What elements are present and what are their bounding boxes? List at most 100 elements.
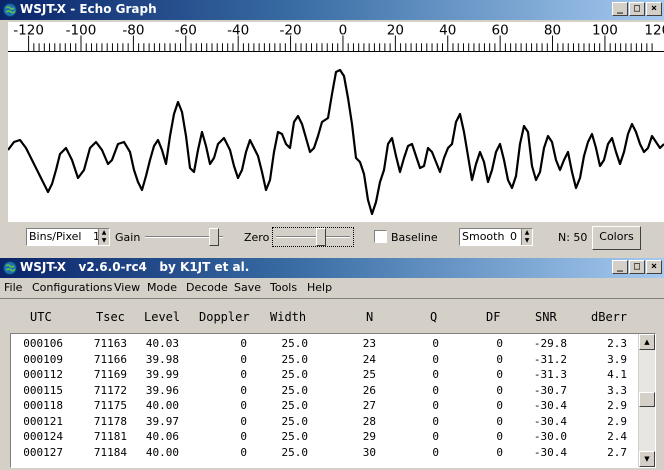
- cell-df: 0: [496, 399, 503, 412]
- table-row[interactable]: 000109 71166 39.98 0 25.0 24 0 0 -31.2 3.9: [11, 352, 631, 367]
- main-window-titlebar[interactable]: WSJT-X v2.6.0-rc4 by K1JT et al. _ □ ×: [0, 258, 664, 278]
- gain-label: Gain: [115, 231, 141, 244]
- menu-file[interactable]: File: [4, 281, 22, 294]
- menu-separator: [0, 298, 664, 304]
- cell-dberr: 2.4: [607, 430, 627, 443]
- colors-button[interactable]: Colors: [592, 226, 641, 250]
- cell-tsec: 71169: [93, 368, 127, 381]
- cell-snr: -29.8: [533, 337, 567, 350]
- cell-utc: 000124: [23, 430, 63, 443]
- cell-dberr: 3.3: [607, 383, 627, 397]
- close-button[interactable]: ×: [646, 260, 662, 274]
- scale-label: 120: [644, 23, 664, 39]
- smooth-spinbox[interactable]: Smooth 0 ▲ ▼: [459, 228, 533, 246]
- cell-n: 25: [362, 368, 376, 381]
- cell-q: 0: [432, 383, 439, 397]
- gain-slider-thumb[interactable]: [209, 228, 220, 246]
- cell-width: 25.0: [281, 399, 309, 412]
- cell-utc: 000127: [23, 445, 63, 459]
- maximize-button[interactable]: □: [629, 260, 645, 274]
- cell-q: 0: [432, 368, 439, 381]
- cell-snr: -31.3: [533, 368, 567, 381]
- arrow-up-icon[interactable]: ▲: [639, 334, 655, 350]
- cell-n: 29: [362, 430, 376, 443]
- zero-label: Zero: [244, 231, 270, 244]
- table-row[interactable]: 000124 71181 40.06 0 25.0 29 0 0 -30.0 2.4: [11, 429, 631, 444]
- cell-tsec: 71172: [93, 383, 127, 397]
- spin-arrows-icon[interactable]: ▲ ▼: [98, 229, 109, 245]
- table-row[interactable]: 000121 71178 39.97 0 25.0 28 0 0 -30.4 2.9: [11, 414, 631, 429]
- close-button[interactable]: ×: [646, 2, 662, 16]
- menu-bar: File Configurations View Mode Decode Sav…: [0, 278, 664, 297]
- arrow-down-icon[interactable]: ▼: [639, 451, 655, 467]
- cell-dberr: 2.9: [607, 399, 627, 412]
- cell-tsec: 71175: [93, 399, 127, 412]
- baseline-checkbox[interactable]: [374, 230, 387, 243]
- menu-configurations[interactable]: Configurations: [32, 281, 112, 294]
- table-row[interactable]: 000106 71163 40.03 0 25.0 23 0 0 -29.8 2.3: [11, 336, 631, 351]
- cell-snr: -31.2: [533, 352, 567, 366]
- minimize-button[interactable]: _: [612, 260, 628, 274]
- cell-utc: 000118: [23, 399, 63, 412]
- zero-slider-track[interactable]: [276, 236, 350, 238]
- col-dberr: dBerr: [591, 310, 628, 324]
- echo-graph-controls: Bins/Pixel 1 ▲ ▼ Gain Zero Baseline Smoot…: [0, 222, 664, 254]
- cell-width: 25.0: [281, 368, 309, 381]
- col-df: DF: [486, 310, 501, 324]
- col-utc: UTC: [30, 310, 52, 324]
- echo-window-frame: [0, 20, 8, 225]
- col-snr: SNR: [535, 310, 557, 324]
- scrollbar-thumb[interactable]: [639, 392, 655, 407]
- col-width: Width: [270, 310, 307, 324]
- cell-utc: 000106: [23, 337, 63, 350]
- cell-n: 26: [362, 383, 376, 397]
- menu-mode[interactable]: Mode: [147, 281, 177, 294]
- scale-label: -20: [280, 23, 302, 39]
- smooth-value: 0: [510, 230, 517, 243]
- echo-graph-titlebar[interactable]: WSJT-X - Echo Graph _ □ ×: [0, 0, 664, 20]
- cell-snr: -30.4: [533, 414, 567, 428]
- cell-q: 0: [432, 337, 439, 350]
- table-row[interactable]: 000127 71184 40.00 0 25.0 30 0 0 -30.4 2.7: [11, 445, 631, 460]
- menu-decode[interactable]: Decode: [186, 281, 228, 294]
- table-row[interactable]: 000115 71172 39.96 0 25.0 26 0 0 -30.7 3.3: [11, 383, 631, 398]
- vertical-scrollbar[interactable]: ▲ ▼: [638, 334, 655, 467]
- cell-n: 30: [362, 445, 376, 459]
- cell-width: 25.0: [281, 414, 309, 428]
- minimize-button[interactable]: _: [612, 2, 628, 16]
- scale-label: -120: [13, 23, 44, 39]
- menu-save[interactable]: Save: [234, 281, 261, 294]
- cell-q: 0: [432, 399, 439, 412]
- cell-level: 39.99: [145, 368, 179, 381]
- wsjtx-globe-icon: [3, 3, 17, 17]
- cell-doppler: 0: [240, 399, 247, 412]
- cell-q: 0: [432, 430, 439, 443]
- cell-snr: -30.4: [533, 445, 567, 459]
- maximize-button[interactable]: □: [629, 2, 645, 16]
- table-row[interactable]: 000118 71175 40.00 0 25.0 27 0 0 -30.4 2.9: [11, 398, 631, 413]
- menu-help[interactable]: Help: [307, 281, 332, 294]
- zero-slider-thumb[interactable]: [315, 228, 326, 246]
- cell-level: 40.03: [145, 337, 179, 350]
- scale-label: 20: [387, 23, 404, 39]
- bins-per-pixel-spinbox[interactable]: Bins/Pixel 1 ▲ ▼: [26, 228, 110, 246]
- cell-doppler: 0: [240, 430, 247, 443]
- col-tsec: Tsec: [96, 310, 125, 324]
- cell-doppler: 0: [240, 337, 247, 350]
- cell-width: 25.0: [281, 445, 309, 459]
- menu-view[interactable]: View: [114, 281, 140, 294]
- scale-label: -40: [227, 23, 249, 39]
- table-row[interactable]: 000112 71169 39.99 0 25.0 25 0 0 -31.3 4.1: [11, 367, 631, 382]
- cell-df: 0: [496, 414, 503, 428]
- spin-arrows-icon[interactable]: ▲ ▼: [521, 229, 532, 245]
- cell-level: 39.97: [145, 414, 179, 428]
- cell-dberr: 4.1: [607, 368, 627, 381]
- cell-utc: 000115: [23, 383, 63, 397]
- cell-level: 39.98: [145, 352, 179, 366]
- cell-doppler: 0: [240, 352, 247, 366]
- cell-width: 25.0: [281, 337, 309, 350]
- echo-results-table[interactable]: 000106 71163 40.03 0 25.0 23 0 0 -29.8 2.3 000109 7…: [10, 333, 656, 468]
- scale-label: -80: [122, 23, 144, 39]
- menu-tools[interactable]: Tools: [270, 281, 297, 294]
- scale-label: 60: [492, 23, 509, 39]
